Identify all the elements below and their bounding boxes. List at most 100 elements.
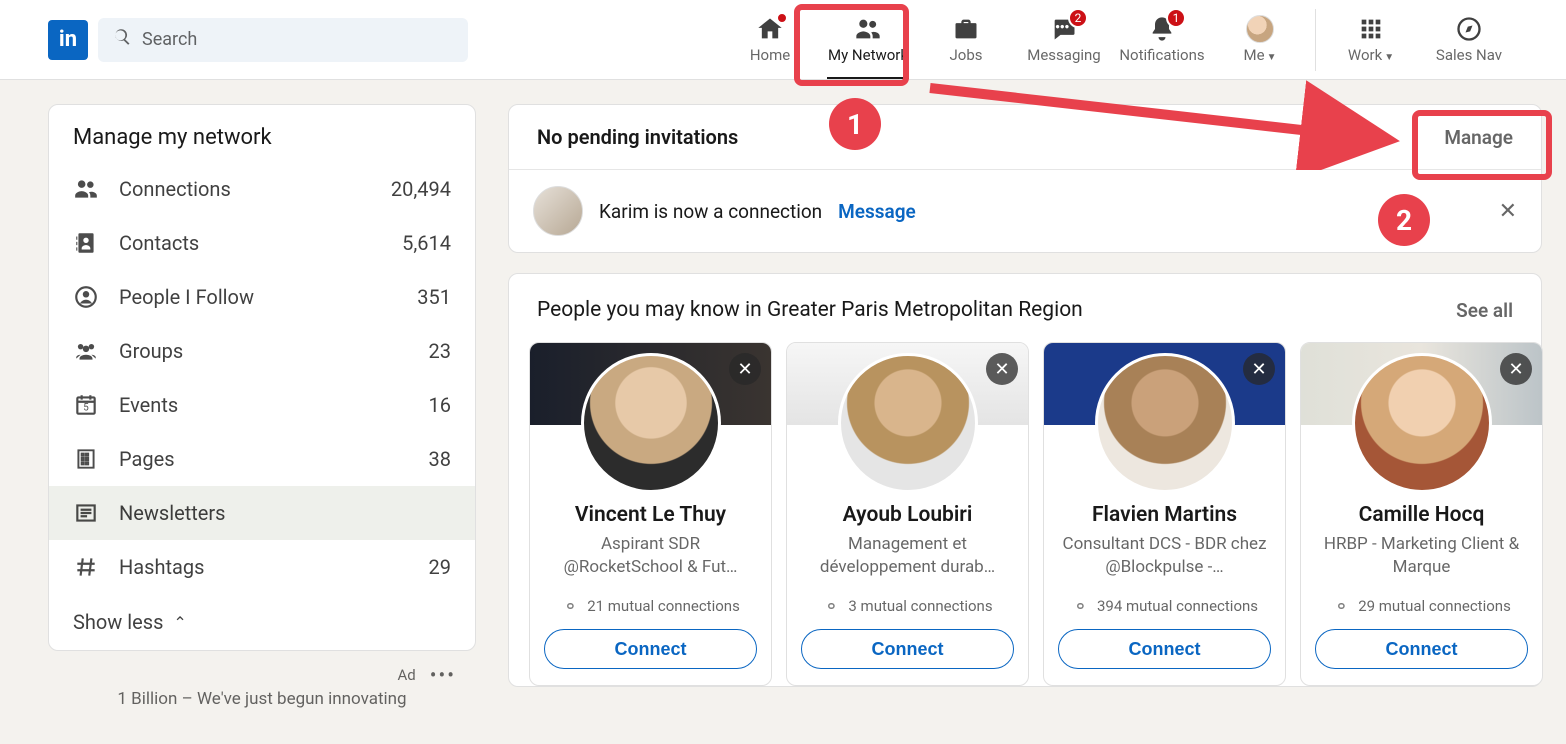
chat-icon: 2 (1050, 16, 1078, 42)
mutual-connections: 394 mutual connections (1058, 597, 1271, 615)
sidebar-item-count: 5,614 (402, 231, 451, 255)
pymk-card: People you may know in Greater Paris Met… (508, 273, 1542, 687)
person-card: ✕ Ayoub Loubiri Management et développem… (786, 342, 1029, 686)
sidebar-item-label: Events (119, 393, 178, 417)
pymk-header: People you may know in Greater Paris Met… (509, 274, 1541, 342)
sidebar-item-label: Hashtags (119, 555, 204, 579)
sidebar-item-people-follow[interactable]: People I Follow 351 (49, 270, 475, 324)
pymk-cards-row: ✕ Vincent Le Thuy Aspirant SDR @RocketSc… (509, 342, 1541, 686)
connect-button[interactable]: Connect (1058, 629, 1271, 669)
dismiss-icon[interactable]: ✕ (986, 353, 1018, 385)
avatar[interactable] (1352, 353, 1492, 493)
nav-messaging[interactable]: 2 Messaging (1015, 0, 1113, 79)
nav-work[interactable]: Work▼ (1322, 0, 1420, 79)
see-all-link[interactable]: See all (1456, 299, 1513, 322)
search-input[interactable]: Search (98, 18, 468, 62)
person-name[interactable]: Flavien Martins (1058, 503, 1271, 527)
sidebar-item-count: 351 (417, 285, 451, 309)
show-less-label: Show less (73, 610, 163, 634)
link-icon (822, 597, 840, 615)
manage-network-card: Manage my network Connections 20,494 Con… (48, 104, 476, 651)
ad-menu-icon[interactable]: ••• (430, 663, 456, 687)
sidebar-item-count: 29 (429, 555, 451, 579)
link-icon (561, 597, 579, 615)
sidebar-item-newsletters[interactable]: Newsletters (49, 486, 475, 540)
ad-tagline: 1 Billion – We've just begun innovating (48, 689, 476, 719)
sidebar-item-pages[interactable]: Pages 38 (49, 432, 475, 486)
content: Manage my network Connections 20,494 Con… (0, 80, 1566, 719)
avatar[interactable] (1095, 353, 1235, 493)
connect-button[interactable]: Connect (544, 629, 757, 669)
nav-jobs[interactable]: Jobs (917, 0, 1015, 79)
sidebar-item-groups[interactable]: Groups 23 (49, 324, 475, 378)
person-name[interactable]: Ayoub Loubiri (801, 503, 1014, 527)
nav-sales-label: Sales Nav (1436, 46, 1502, 64)
message-link[interactable]: Message (838, 200, 916, 223)
sidebar-item-count: 23 (429, 339, 451, 363)
mutual-connections: 21 mutual connections (544, 597, 757, 615)
mutual-text: 394 mutual connections (1097, 597, 1258, 615)
mutual-text: 3 mutual connections (848, 597, 992, 615)
person-card: ✕ Camille Hocq HRBP - Marketing Client &… (1300, 342, 1543, 686)
nav-my-network[interactable]: My Network (819, 0, 917, 79)
person-subtitle: Consultant DCS - BDR chez @Blockpulse -… (1058, 533, 1271, 581)
ad-label: Ad (398, 666, 416, 684)
global-header: in Search Home My Network Jobs (0, 0, 1566, 80)
invitations-header: No pending invitations Manage (509, 105, 1541, 170)
person-name[interactable]: Camille Hocq (1315, 503, 1528, 527)
home-icon (756, 16, 784, 42)
sidebar-item-label: Newsletters (119, 501, 225, 525)
avatar[interactable] (838, 353, 978, 493)
mutual-connections: 29 mutual connections (1315, 597, 1528, 615)
connect-button[interactable]: Connect (1315, 629, 1528, 669)
nav-notifications[interactable]: 1 Notifications (1113, 0, 1211, 79)
new-connection-text: Karim is now a connection (599, 200, 822, 223)
link-icon (1071, 597, 1089, 615)
dismiss-icon[interactable]: ✕ (1243, 353, 1275, 385)
sidebar-item-label: Groups (119, 339, 183, 363)
primary-nav: Home My Network Jobs 2 Messaging (721, 0, 1518, 79)
svg-text:5: 5 (83, 402, 89, 413)
avatar[interactable] (581, 353, 721, 493)
person-card: Au c votre ✕ Flavien Martins Consultant … (1043, 342, 1286, 686)
sidebar-item-contacts[interactable]: Contacts 5,614 (49, 216, 475, 270)
chevron-up-icon: ⌃ (173, 613, 186, 632)
people-icon (73, 176, 99, 202)
show-less-toggle[interactable]: Show less ⌃ (49, 594, 475, 650)
sidebar-item-hashtags[interactable]: Hashtags 29 (49, 540, 475, 594)
left-column: Manage my network Connections 20,494 Con… (48, 104, 476, 719)
mutual-text: 21 mutual connections (587, 597, 740, 615)
avatar[interactable] (533, 186, 583, 236)
sidebar-item-connections[interactable]: Connections 20,494 (49, 162, 475, 216)
address-book-icon (73, 230, 99, 256)
invitations-title: No pending invitations (537, 125, 738, 149)
calendar-icon: 5 (73, 392, 99, 418)
sidebar-item-count: 16 (429, 393, 451, 417)
bell-icon: 1 (1148, 16, 1176, 42)
pymk-title: People you may know in Greater Paris Met… (537, 298, 1083, 322)
search-placeholder: Search (142, 29, 197, 50)
person-subtitle: HRBP - Marketing Client & Marque (1315, 533, 1528, 581)
nav-me-label: Me▼ (1244, 46, 1277, 64)
dismiss-icon[interactable]: ✕ (1500, 353, 1532, 385)
dismiss-icon[interactable]: ✕ (729, 353, 761, 385)
briefcase-icon (952, 16, 980, 42)
linkedin-logo[interactable]: in (48, 20, 88, 60)
nav-sales-nav[interactable]: Sales Nav (1420, 0, 1518, 79)
right-column: No pending invitations Manage Karim is n… (508, 104, 1542, 719)
nav-work-label: Work▼ (1348, 46, 1394, 64)
nav-jobs-label: Jobs (950, 46, 983, 64)
sidebar-item-events[interactable]: 5 Events 16 (49, 378, 475, 432)
apps-grid-icon (1357, 16, 1385, 42)
hashtag-icon (73, 554, 99, 580)
compass-icon (1455, 16, 1483, 42)
annotation-step-2: 2 (1378, 194, 1430, 246)
close-icon[interactable]: ✕ (1499, 199, 1517, 224)
nav-me[interactable]: Me▼ (1211, 0, 1309, 79)
nav-notifications-label: Notifications (1119, 46, 1204, 64)
manage-invitations-link[interactable]: Manage (1444, 126, 1513, 149)
person-name[interactable]: Vincent Le Thuy (544, 503, 757, 527)
connect-button[interactable]: Connect (801, 629, 1014, 669)
nav-home[interactable]: Home (721, 0, 819, 79)
sidebar-item-label: Connections (119, 177, 231, 201)
